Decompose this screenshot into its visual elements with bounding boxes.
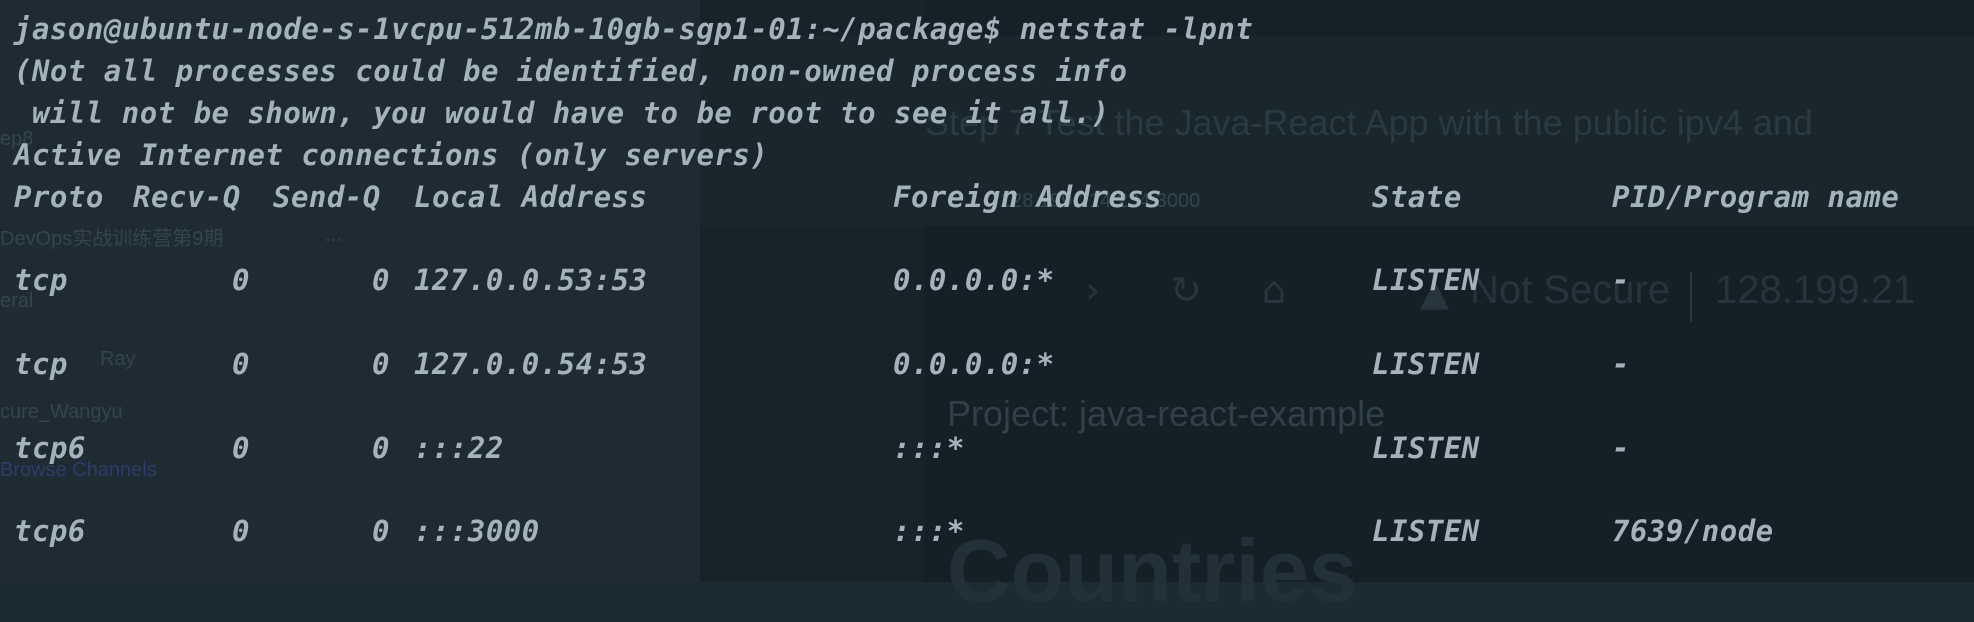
recvq-cell: 0 xyxy=(232,347,250,381)
state-cell: LISTEN xyxy=(1372,347,1480,381)
terminal-output[interactable]: jason@ubuntu-node-s-1vcpu-512mb-10gb-sgp… xyxy=(0,0,1974,582)
foreign-address-cell: 0.0.0.0:* xyxy=(893,347,1055,381)
column-header: Send-Q xyxy=(273,180,381,214)
foreign-address-cell: :::* xyxy=(893,514,965,548)
proto-cell: tcp6 xyxy=(14,514,86,548)
foreign-address-cell: :::* xyxy=(893,431,965,465)
sendq-cell: 0 xyxy=(372,347,390,381)
recvq-cell: 0 xyxy=(232,431,250,465)
local-address-cell: 127.0.0.54:53 xyxy=(414,347,648,381)
column-header: Local Address xyxy=(414,180,648,214)
state-cell: LISTEN xyxy=(1372,263,1480,297)
warning-line-1: (Not all processes could be identified, … xyxy=(14,54,1128,88)
foreign-address-cell: 0.0.0.0:* xyxy=(893,263,1055,297)
pid-cell: 7639/node xyxy=(1612,514,1774,548)
pid-cell: - xyxy=(1612,431,1630,465)
local-address-cell: :::22 xyxy=(414,431,504,465)
state-cell: LISTEN xyxy=(1372,431,1480,465)
prompt-path: :~/package$ xyxy=(804,12,1002,46)
column-header: PID/Program name xyxy=(1612,180,1900,214)
column-header: Recv-Q xyxy=(133,180,241,214)
state-cell: LISTEN xyxy=(1372,514,1480,548)
local-address-cell: 127.0.0.53:53 xyxy=(414,263,648,297)
column-header: Proto xyxy=(14,180,104,214)
pid-cell: - xyxy=(1612,263,1630,297)
warning-line-2: will not be shown, you would have to be … xyxy=(14,96,1110,130)
prompt-user-host: jason@ubuntu-node-s-1vcpu-512mb-10gb-sgp… xyxy=(14,12,805,46)
sendq-cell: 0 xyxy=(372,431,390,465)
pid-cell: - xyxy=(1612,347,1630,381)
prompt-line: jason@ubuntu-node-s-1vcpu-512mb-10gb-sgp… xyxy=(14,12,1253,46)
command-text: netstat -lpnt xyxy=(1001,12,1254,46)
local-address-cell: :::3000 xyxy=(414,514,540,548)
proto-cell: tcp xyxy=(14,263,68,297)
section-title: Active Internet connections (only server… xyxy=(14,138,769,172)
sendq-cell: 0 xyxy=(372,514,390,548)
recvq-cell: 0 xyxy=(232,514,250,548)
proto-cell: tcp xyxy=(14,347,68,381)
proto-cell: tcp6 xyxy=(14,431,86,465)
sendq-cell: 0 xyxy=(372,263,390,297)
recvq-cell: 0 xyxy=(232,263,250,297)
column-header: Foreign Address xyxy=(893,180,1163,214)
column-header: State xyxy=(1372,180,1462,214)
